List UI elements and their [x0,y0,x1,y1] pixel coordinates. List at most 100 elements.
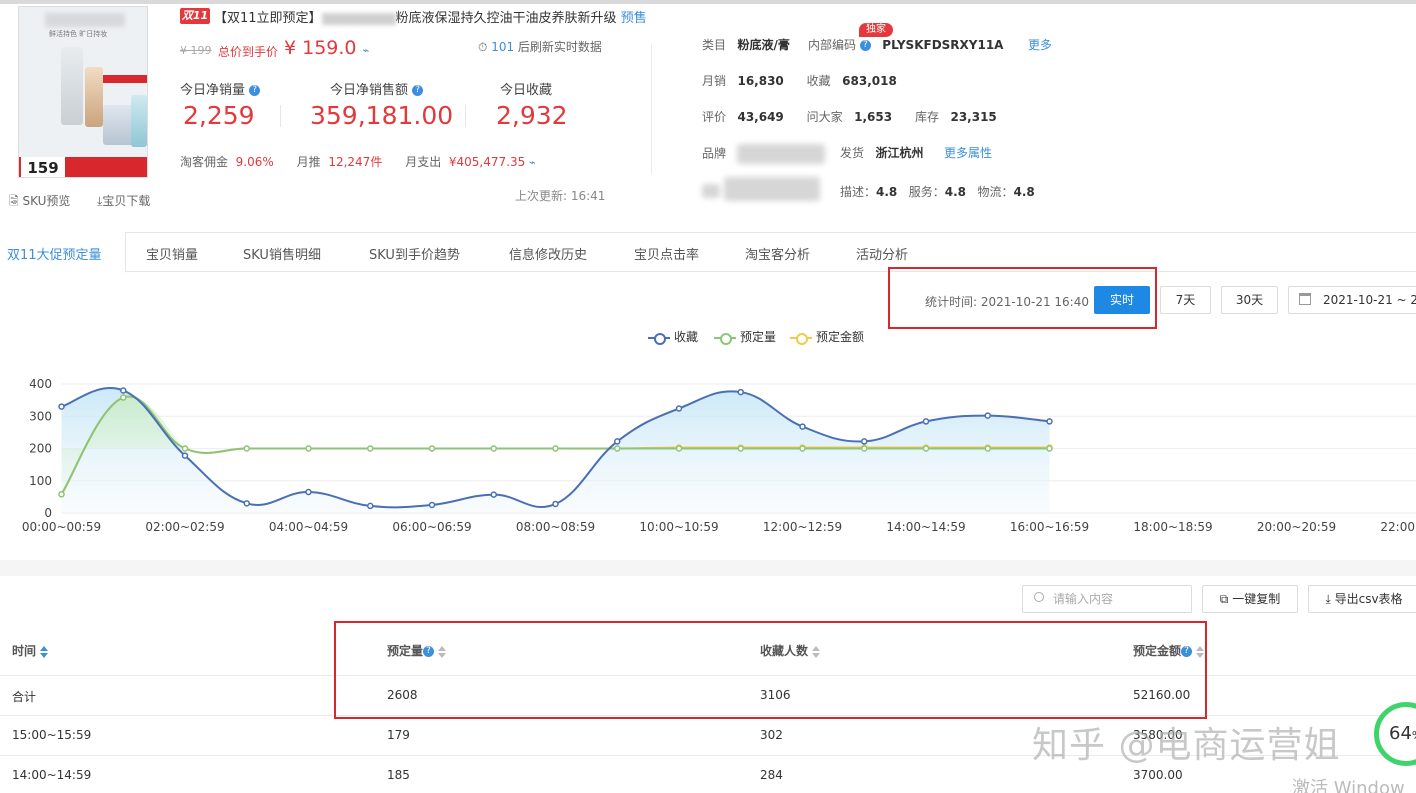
tab-sku-sales[interactable]: SKU销售明细 [243,244,321,263]
data-point [922,445,930,452]
x-tick-label: 22:00~22:59 [1380,520,1416,534]
legend-presale-qty[interactable]: 预定量 [714,328,776,345]
product-title[interactable]: 【双11立即预定】 粉底液保湿持久控油干油皮养肤新升级 预售 [214,7,647,26]
title-prefix: 【双11立即预定】 [214,11,322,26]
help-icon[interactable]: ? [249,85,261,96]
divider [651,44,652,174]
data-point [1046,445,1053,452]
double11-tag: 双11 [180,8,210,24]
code-attr: 内部编码 ? PLYSKFDSRXY11A [808,38,1004,52]
shop-logo[interactable] [702,180,720,199]
export-csv-button[interactable]: ⤓ 导出csv表格 [1308,585,1416,613]
tab-sku-price-trend[interactable]: SKU到手价趋势 [369,244,460,263]
commission-row: 淘客佣金 9.06% 月推 12,247件 月支出 ¥405,477.35 ⌁ [180,155,536,169]
tab-double11-presale[interactable]: 双11大促预定量 [7,244,102,263]
hand-price-label: 总价到手价 [218,45,279,59]
legend-line-icon [714,332,736,345]
thumb-price: 159 [21,157,65,177]
data-point [1046,418,1053,425]
x-tick-label: 04:00~04:59 [269,520,348,534]
presale-chart: 0 100 200 300 400 00:00~00:59 02:00~02:59 04:00… [22,377,1416,534]
divider [280,105,281,127]
brand-attr: 品牌 [702,144,826,164]
cell-presale-amount: 3700.00 [1133,768,1183,782]
data-point [490,445,497,452]
sku-preview-link[interactable]: 🗟 SKU预览 [9,192,70,213]
trend-icon[interactable]: ⌁ [363,44,370,57]
sort-icon[interactable] [40,645,49,658]
legend-line-icon [790,332,812,345]
data-point [428,501,436,509]
data-point [614,438,621,445]
blurred-brand [321,12,396,25]
data-point [861,438,868,445]
help-icon[interactable]: ? [859,40,871,51]
download-link[interactable]: ⤓宝贝下载 [97,192,150,209]
data-point [490,491,497,498]
data-point [984,412,991,419]
tab-item-sales[interactable]: 宝贝销量 [146,244,198,263]
shop-name-blurred[interactable] [724,177,820,201]
x-tick-label: 00:00~00:59 [22,520,101,534]
x-tick-label: 08:00~08:59 [516,520,595,534]
stat-value-net-revenue: 359,181.00 [310,101,454,130]
data-point [305,445,312,452]
data-point [675,445,683,452]
product-thumbnail[interactable]: 鲜活持色 旷日持妆 159 [18,6,148,178]
x-tick-label: 12:00~12:59 [763,520,842,534]
data-point [799,423,806,430]
ship-attr: 发货 浙江杭州 [840,146,924,160]
blurred-brand [737,144,826,164]
x-tick-label: 18:00~18:59 [1133,520,1212,534]
product-bottle [61,47,83,125]
download-label: 宝贝下载 [102,194,151,208]
tab-click-rate[interactable]: 宝贝点击率 [634,244,699,263]
title-suffix: 粉底液保湿持久控油干油皮养肤新升级 [395,11,617,26]
data-point [367,445,374,452]
tab-edit-history[interactable]: 信息修改历史 [509,244,587,263]
30day-button[interactable]: 30天 [1221,286,1278,314]
data-point [58,403,65,410]
7day-button[interactable]: 7天 [1160,286,1211,314]
cell-time: 15:00~15:59 [12,728,92,742]
data-point [861,445,868,452]
tab-affiliate[interactable]: 淘宝客分析 [745,244,810,263]
trend-icon[interactable]: ⌁ [529,156,536,169]
cell-time: 14:00~14:59 [12,768,92,782]
tab-bar [0,232,1416,272]
data-point [181,452,189,459]
search-icon [1034,592,1044,602]
copy-button[interactable]: ⧉ 一键复制 [1202,585,1298,613]
more-link[interactable]: 更多 [1028,36,1052,53]
x-tick-label: 10:00~10:59 [639,520,718,534]
data-point [737,445,744,452]
data-point [922,418,930,425]
more-attrs-link[interactable]: 更多属性 [944,144,992,161]
legend-presale-amount[interactable]: 预定金额 [790,328,864,345]
highlight-box [334,621,1207,719]
exclusive-badge: 独家 [859,23,893,37]
stat-label-favorites: 今日收藏 [500,83,553,98]
data-point [367,502,374,510]
tab-campaign[interactable]: 活动分析 [856,244,908,263]
x-tick-label: 14:00~14:59 [886,520,965,534]
col-header-time[interactable]: 时间 [12,642,49,659]
sku-preview-label: SKU预览 [22,194,71,208]
data-point [305,488,312,496]
blurred-brand [45,13,125,27]
stat-label-net-revenue: 今日净销售额 ? [330,79,424,98]
refresh-seconds: 101 [491,40,515,54]
help-icon[interactable]: ? [412,85,424,96]
y-tick-label: 200 [29,442,52,456]
refresh-text: 后刷新实时数据 [514,40,602,54]
monthly-sales-attr: 月销 16,830 收藏 683,018 [702,74,897,88]
data-point [120,394,127,401]
search-input[interactable]: 请输入内容 [1022,585,1192,613]
clock-icon: ⏱ [478,40,492,54]
product-bottle [85,67,103,127]
last-update: 上次更新: 16:41 [515,189,606,203]
y-tick-label: 0 [44,506,52,520]
data-point [552,500,559,508]
windows-activation-watermark: 激活 Window [1292,778,1405,793]
legend-favorites[interactable]: 收藏 [648,328,698,345]
